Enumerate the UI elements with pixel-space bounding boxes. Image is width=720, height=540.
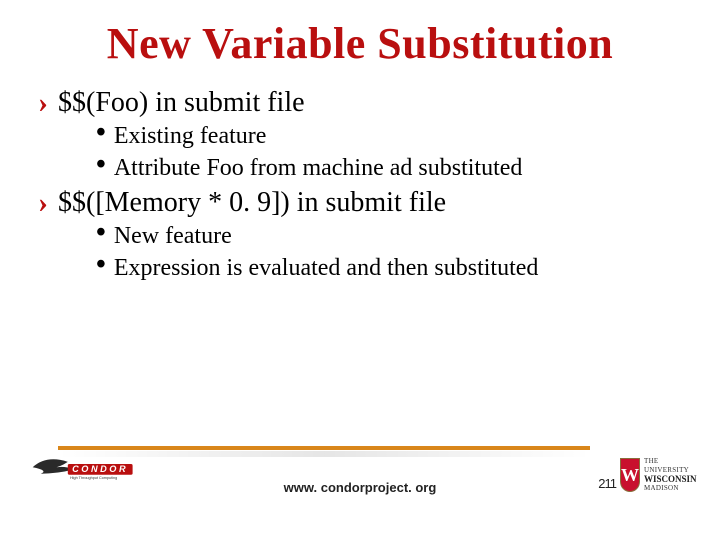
dot-icon: • [96,253,106,277]
bullet-level1: › $$(Foo) in submit file [38,87,688,119]
bullet-level2: • New feature [96,221,688,251]
bullet-level2: • Existing feature [96,121,688,151]
bullet-text: $$(Foo) in submit file [58,87,305,119]
slide: New Variable Substitution › $$(Foo) in s… [0,0,720,540]
dot-icon: • [96,221,106,245]
shield-icon: W [620,458,640,492]
crest-line1: THE UNIVERSITY [644,457,697,475]
bullet-text: Attribute Foo from machine ad substitute… [114,153,523,183]
bullet-text: New feature [114,221,232,251]
slide-title: New Variable Substitution [32,18,688,69]
bullet-level2: • Attribute Foo from machine ad substitu… [96,153,688,183]
svg-text:C O N D O R: C O N D O R [72,464,126,474]
dot-icon: • [96,153,106,177]
page-number: 211 [598,476,616,491]
crest-text: THE UNIVERSITY WISCONSIN MADISON [644,457,697,493]
shield-letter: W [621,465,639,486]
dot-icon: • [96,121,106,145]
crest-line2: WISCONSIN [644,475,697,484]
bullet-level1: › $$([Memory * 0. 9]) in submit file [38,187,688,219]
chevron-icon: › [38,187,48,219]
bullet-text: $$([Memory * 0. 9]) in submit file [58,187,446,219]
bullet-level2: • Expression is evaluated and then subst… [96,253,688,283]
slide-content: › $$(Foo) in submit file • Existing feat… [32,87,688,283]
bullet-text: Existing feature [114,121,267,151]
slide-footer: C O N D O R High Throughput Computing ww… [0,446,720,518]
chevron-icon: › [38,87,48,119]
crest-line3: MADISON [644,484,697,493]
bullet-text: Expression is evaluated and then substit… [114,253,539,283]
wisconsin-crest: W THE UNIVERSITY WISCONSIN MADISON [620,448,694,502]
